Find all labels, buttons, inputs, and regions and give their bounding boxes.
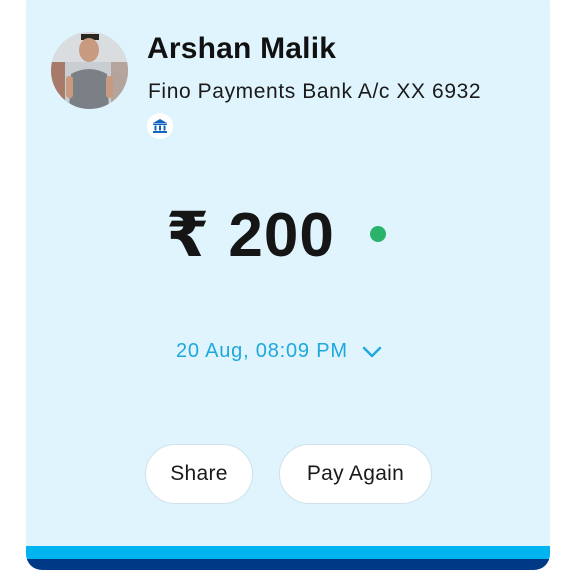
share-button[interactable]: Share bbox=[145, 444, 253, 504]
payee-name: Arshan Malik bbox=[147, 32, 337, 65]
brand-stripe-dark bbox=[26, 559, 550, 570]
transaction-card: Arshan Malik Fino Payments Bank A/c XX 6… bbox=[26, 0, 550, 570]
avatar-photo bbox=[51, 32, 128, 109]
transaction-amount: ₹ 200 bbox=[166, 201, 335, 270]
status-dot bbox=[370, 226, 386, 242]
chevron-down-icon bbox=[362, 346, 382, 357]
bank-account-label: Fino Payments Bank A/c XX 6932 bbox=[148, 80, 482, 103]
datetime-toggle[interactable]: 20 Aug, 08:09 PM bbox=[176, 340, 382, 363]
bank-icon bbox=[147, 113, 173, 139]
brand-stripe-light bbox=[26, 546, 550, 559]
share-button-label: Share bbox=[170, 462, 228, 485]
pay-again-button-label: Pay Again bbox=[306, 462, 405, 485]
avatar bbox=[51, 32, 128, 109]
datetime-label: 20 Aug, 08:09 PM bbox=[176, 340, 348, 362]
pay-again-button[interactable]: Pay Again bbox=[279, 444, 432, 504]
